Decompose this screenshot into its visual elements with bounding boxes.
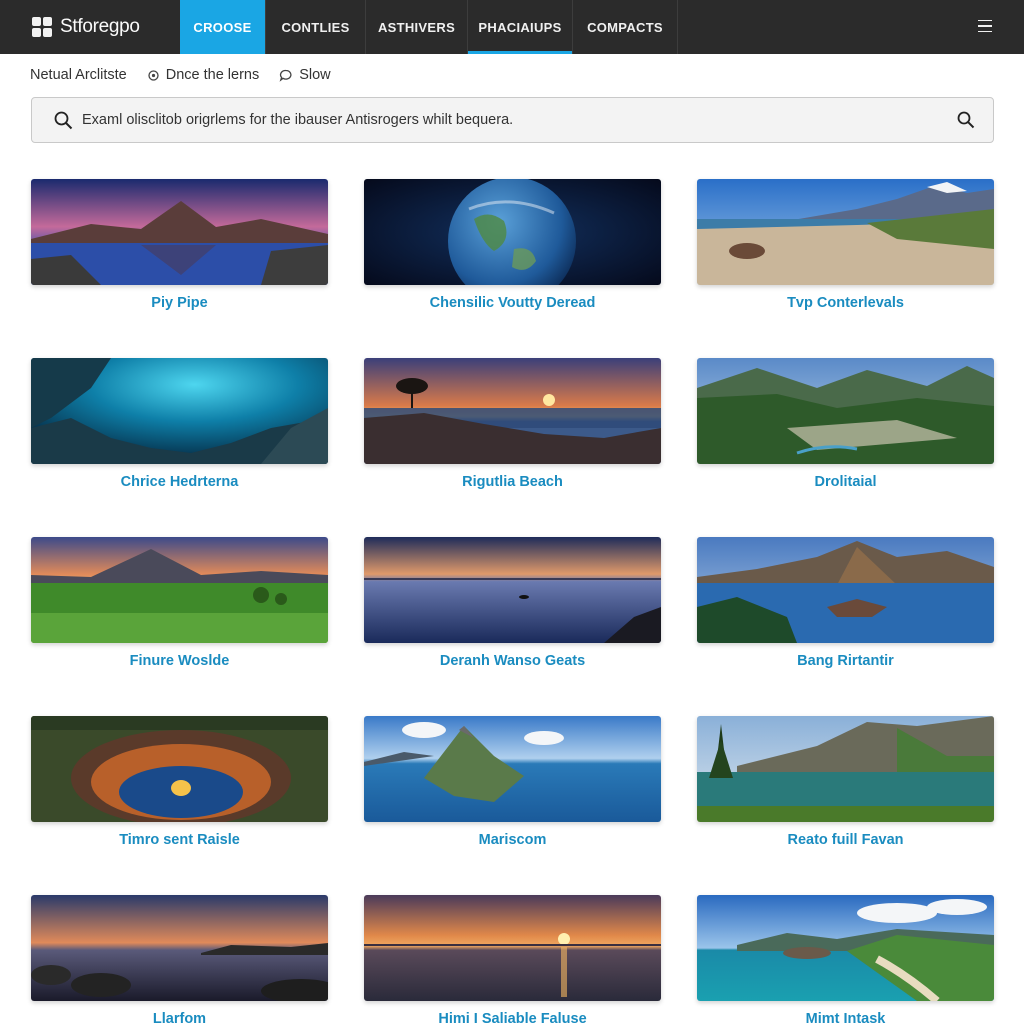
- gallery-card[interactable]: Bang Rirtantir: [697, 537, 994, 716]
- thumbnail-image[interactable]: [364, 716, 661, 822]
- nav-tab-asthivers[interactable]: ASTHIVERS: [366, 0, 468, 54]
- nav-tab-croose[interactable]: CROOSE: [180, 0, 266, 54]
- thumbnail-image[interactable]: [31, 179, 328, 285]
- image-gallery: Piy Pipe Chensilic Voutty Deread Tvp Con…: [31, 179, 994, 1024]
- brand-name: Stforegpo: [60, 16, 140, 37]
- grid-logo-icon: [32, 17, 52, 37]
- thumbnail-image[interactable]: [364, 358, 661, 464]
- thumbnail-image[interactable]: [31, 537, 328, 643]
- thumbnail-image[interactable]: [697, 537, 994, 643]
- top-nav-bar: Stforegpo CROOSE CONTLIES ASTHIVERS PHAC…: [0, 0, 1024, 54]
- gallery-card[interactable]: Reato fuill Favan: [697, 716, 994, 895]
- search-submit-icon[interactable]: [957, 111, 975, 129]
- nav-tab-phaciaiups[interactable]: PHACIAIUPS: [468, 0, 573, 54]
- card-caption[interactable]: Drolitaial: [814, 474, 876, 490]
- card-caption[interactable]: Tvp Conterlevals: [787, 295, 904, 311]
- nav-tab-compacts[interactable]: COMPACTS: [573, 0, 678, 54]
- search-input[interactable]: [82, 98, 942, 142]
- gallery-card[interactable]: Rigutlia Beach: [364, 358, 661, 537]
- thumbnail-image[interactable]: [697, 179, 994, 285]
- search-bar: [31, 97, 994, 143]
- thumbnail-image[interactable]: [31, 358, 328, 464]
- card-caption[interactable]: Bang Rirtantir: [797, 653, 894, 669]
- chat-bubble-icon: [279, 69, 292, 82]
- thumbnail-image[interactable]: [697, 358, 994, 464]
- thumbnail-image[interactable]: [697, 895, 994, 1001]
- gallery-card[interactable]: Drolitaial: [697, 358, 994, 537]
- settings-icon: [148, 69, 159, 81]
- card-caption[interactable]: Piy Pipe: [151, 295, 207, 311]
- gallery-card[interactable]: Timro sent Raisle: [31, 716, 328, 895]
- gallery-card[interactable]: Chensilic Voutty Deread: [364, 179, 661, 358]
- gallery-card[interactable]: Mimt Intask: [697, 895, 994, 1024]
- card-caption[interactable]: Mariscom: [479, 832, 547, 848]
- nav-tab-contlies[interactable]: CONTLIES: [266, 0, 366, 54]
- card-caption[interactable]: Rigutlia Beach: [462, 474, 563, 490]
- gallery-card[interactable]: Chrice Hedrterna: [31, 358, 328, 537]
- subbar-label: Dnce the lerns: [165, 67, 260, 83]
- card-caption[interactable]: Finure Woslde: [130, 653, 230, 669]
- sub-toolbar: Netual Arclitste Dnce the lerns Slow: [30, 64, 331, 86]
- brand[interactable]: Stforegpo: [0, 0, 180, 54]
- gallery-card[interactable]: Deranh Wanso Geats: [364, 537, 661, 716]
- subbar-label: Slow: [299, 67, 331, 83]
- thumbnail-image[interactable]: [364, 179, 661, 285]
- thumbnail-image[interactable]: [697, 716, 994, 822]
- gallery-card[interactable]: Finure Woslde: [31, 537, 328, 716]
- subbar-item-netual[interactable]: Netual Arclitste: [30, 67, 127, 83]
- thumbnail-image[interactable]: [364, 537, 661, 643]
- gallery-card[interactable]: Himi I Saliable Faluse: [364, 895, 661, 1024]
- card-caption[interactable]: Deranh Wanso Geats: [440, 653, 585, 669]
- thumbnail-image[interactable]: [31, 895, 328, 1001]
- gallery-card[interactable]: Tvp Conterlevals: [697, 179, 994, 358]
- gallery-card[interactable]: Piy Pipe: [31, 179, 328, 358]
- card-caption[interactable]: Chrice Hedrterna: [121, 474, 239, 490]
- thumbnail-image[interactable]: [31, 716, 328, 822]
- thumbnail-image[interactable]: [364, 895, 661, 1001]
- gallery-card[interactable]: Mariscom: [364, 716, 661, 895]
- gallery-card[interactable]: Llarfom: [31, 895, 328, 1024]
- card-caption[interactable]: Mimt Intask: [806, 1011, 886, 1024]
- subbar-item-dnce[interactable]: Dnce the lerns: [147, 67, 260, 83]
- card-caption[interactable]: Timro sent Raisle: [119, 832, 240, 848]
- card-caption[interactable]: Himi I Saliable Faluse: [438, 1011, 586, 1024]
- nav-tabs: CROOSE CONTLIES ASTHIVERS PHACIAIUPS COM…: [180, 0, 678, 54]
- search-icon: [54, 111, 73, 130]
- card-caption[interactable]: Reato fuill Favan: [787, 832, 903, 848]
- card-caption[interactable]: Llarfom: [153, 1011, 206, 1024]
- subbar-label: Netual Arclitste: [30, 67, 127, 83]
- subbar-item-slow[interactable]: Slow: [279, 67, 331, 83]
- card-caption[interactable]: Chensilic Voutty Deread: [430, 295, 596, 311]
- hamburger-icon[interactable]: [978, 16, 992, 36]
